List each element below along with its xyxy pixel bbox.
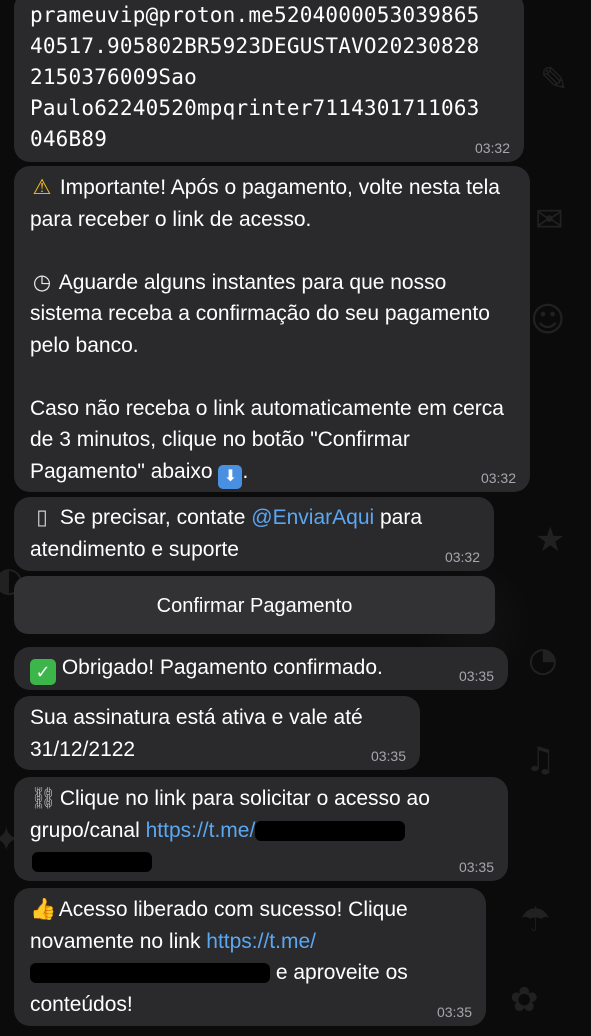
important-text: Importante! Após o pagamento, volte nest… bbox=[30, 176, 500, 231]
message-time: 03:35 bbox=[436, 1004, 472, 1020]
subscription-text: Sua assinatura está ativa e vale até 31/… bbox=[30, 706, 363, 761]
message-subscription: Sua assinatura está ativa e vale até 31/… bbox=[14, 696, 420, 770]
down-arrow-icon: ⬇ bbox=[218, 464, 243, 489]
doodle-icon: ◔ bbox=[528, 640, 558, 680]
check-mark-icon: ✓ bbox=[30, 659, 56, 685]
thumbs-up-icon: 👍 bbox=[30, 897, 57, 921]
doodle-icon: ☺ bbox=[530, 300, 566, 340]
redaction-mark bbox=[32, 852, 152, 873]
doodle-icon: ☂ bbox=[520, 900, 551, 940]
message-time: 03:35 bbox=[370, 748, 406, 764]
redaction-mark bbox=[30, 963, 270, 984]
message-time: 03:32 bbox=[480, 470, 516, 486]
support-text: Se precisar, contate bbox=[59, 506, 252, 529]
access-link[interactable]: https://t.me/ bbox=[206, 930, 316, 953]
wait-text: Aguarde alguns instantes para que nosso … bbox=[30, 270, 490, 357]
mobile-phone-icon: ▯ bbox=[36, 505, 48, 529]
pix-code-line: 2150376009Sao bbox=[30, 65, 197, 89]
message-important: ⚠ Importante! Após o pagamento, volte ne… bbox=[14, 166, 530, 492]
message-time: 03:35 bbox=[458, 859, 494, 875]
link-chain-icon: ⛓ bbox=[30, 786, 57, 810]
message-support: ▯ Se precisar, contate @EnviarAqui para … bbox=[14, 497, 494, 571]
clock-icon: ◷ bbox=[32, 269, 52, 294]
redaction-mark bbox=[255, 820, 406, 841]
message-time: 03:35 bbox=[458, 668, 494, 684]
fallback-text-end: . bbox=[242, 459, 249, 483]
confirm-payment-button[interactable]: Confirmar Pagamento bbox=[14, 576, 495, 634]
pix-code-line: Paulo62240520mpqrinter7114301711063 bbox=[30, 96, 480, 120]
important-paragraph: ⚠ Importante! Após o pagamento, volte ne… bbox=[30, 172, 516, 235]
pix-code-line: 046B89 bbox=[30, 127, 108, 151]
warning-icon: ⚠ bbox=[32, 175, 52, 199]
doodle-icon: ✉ bbox=[535, 200, 564, 240]
pix-code-line: 40517.905802BR5923DEGUSTAVO20230828 bbox=[30, 34, 480, 58]
fallback-paragraph: Caso não receba o link automaticamente e… bbox=[30, 393, 516, 489]
doodle-icon: ✎ bbox=[540, 60, 569, 100]
pix-code-line: prameuvip@proton.me5204000053039865 bbox=[30, 3, 480, 27]
wait-paragraph: ◷ Aguarde alguns instantes para que noss… bbox=[30, 267, 516, 362]
message-time: 03:32 bbox=[444, 549, 480, 565]
doodle-icon: ♫ bbox=[525, 740, 556, 780]
message-access: 👍 Acesso liberado com sucesso! Clique no… bbox=[14, 888, 486, 1026]
message-pix-code: prameuvip@proton.me5204000053039865 4051… bbox=[14, 0, 524, 162]
support-username-link[interactable]: @EnviarAqui bbox=[251, 506, 374, 529]
fallback-text: Caso não receba o link automaticamente e… bbox=[30, 396, 504, 483]
doodle-icon: ★ bbox=[535, 520, 566, 560]
doodle-icon: ✿ bbox=[510, 980, 539, 1020]
message-request-link: ⛓ Clique no link para solicitar o acesso… bbox=[14, 777, 508, 881]
message-time: 03:32 bbox=[474, 140, 510, 156]
pix-code-text: prameuvip@proton.me5204000053039865 4051… bbox=[30, 0, 510, 155]
thanks-text: Obrigado! Pagamento confirmado. bbox=[61, 656, 383, 679]
message-thanks: ✓ Obrigado! Pagamento confirmado. 03:35 bbox=[14, 647, 508, 690]
group-invite-link[interactable]: https://t.me/ bbox=[146, 819, 256, 842]
